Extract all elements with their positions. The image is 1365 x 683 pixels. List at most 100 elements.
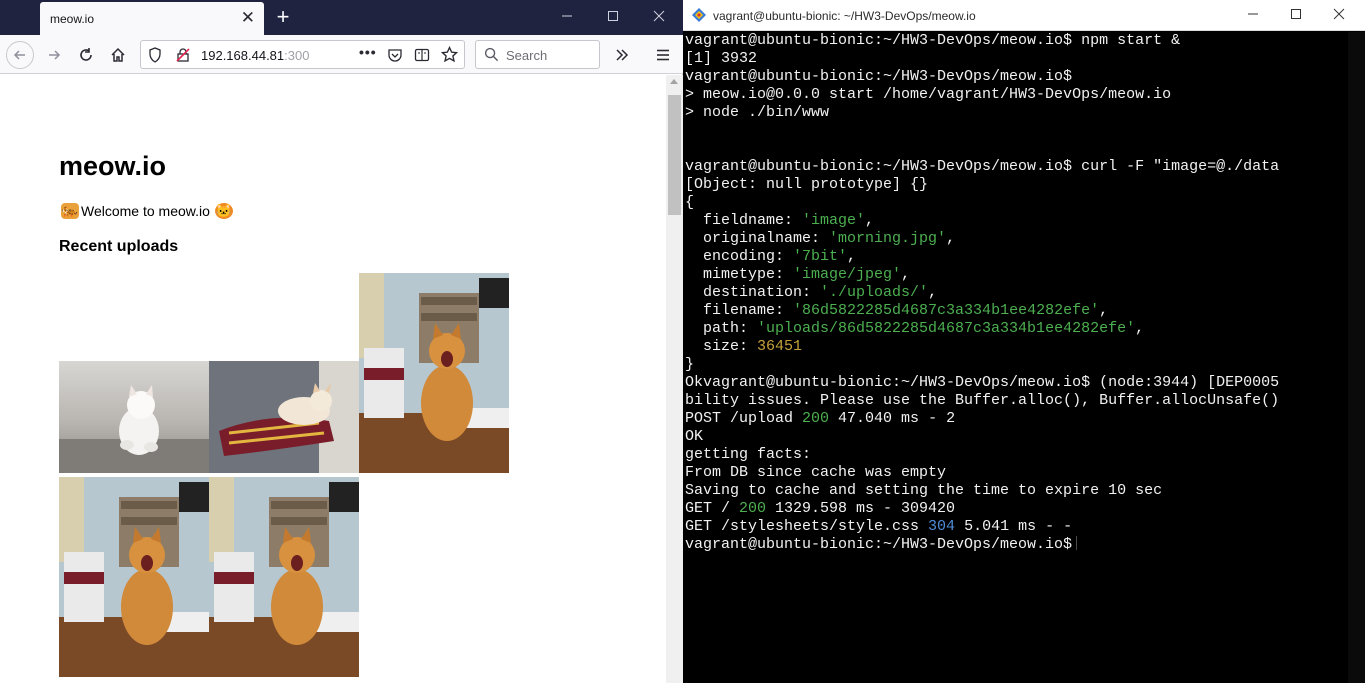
browser-window: meow.io ✕ + 192.168.44.81:300 ••• Search… [0,0,683,683]
terminal-text: { [685,194,695,211]
url-bar[interactable]: 192.168.44.81:300 ••• [140,40,465,69]
page-title: meow.io [59,151,167,181]
terminal-line: Saving to cache and setting the time to … [685,482,1345,500]
terminal-line: From DB since cache was empty [685,464,1345,482]
terminal-text: 304 [928,518,956,535]
welcome-line: 🐅 Welcome to meow.io 🐱 [59,203,235,219]
terminal-text: 'image/jpeg' [793,266,902,283]
terminal-text: 200 [739,500,767,517]
terminal-text: size: [685,338,758,355]
terminal-line: mimetype: 'image/jpeg', [685,266,1345,284]
search-icon [484,47,499,67]
terminal-scrollbar[interactable] [1348,32,1365,683]
terminal-text: mimetype: [685,266,794,283]
hamburger-menu-icon[interactable] [649,41,677,69]
new-tab-button[interactable]: + [270,3,296,31]
terminal-text: 'image' [802,212,866,229]
uploaded-image-yawning-cat-2[interactable] [59,477,209,677]
terminal-text: vagrant@ubuntu-bionic:~/HW3-DevOps/meow.… [685,158,1280,175]
terminal-maximize-icon[interactable] [1281,4,1311,26]
terminal-line: size: 36451 [685,338,1345,356]
uploaded-image-yawning-cat-1[interactable] [359,273,509,473]
terminal-text: , [901,266,911,283]
terminal-line: [1] 3932 [685,50,1345,68]
terminal-text: destination: [685,284,821,301]
welcome-text: Welcome to meow.io [81,203,210,219]
terminal-text: [1] 3932 [685,50,758,67]
uploaded-image-yawning-cat-3[interactable] [209,477,359,677]
terminal-app-icon [692,8,706,27]
scrollbar-thumb[interactable] [668,95,681,215]
url-port: :300 [284,48,310,63]
terminal-text: 'uploads/86d5822285d4687c3a334b1ee4282ef… [757,320,1136,337]
search-placeholder: Search [506,48,548,63]
terminal-text: 47.040 ms - 2 [829,410,956,427]
terminal-line: originalname: 'morning.jpg', [685,230,1345,248]
terminal-text: encoding: [685,248,794,265]
terminal-text: path: [685,320,758,337]
terminal-text: 'morning.jpg' [829,230,947,247]
tab-close-icon[interactable]: ✕ [241,8,255,28]
bookmark-star-icon[interactable] [440,45,459,68]
terminal-text: '86d5822285d4687c3a334b1ee4282efe' [793,302,1100,319]
recent-uploads-heading: Recent uploads [59,238,179,255]
terminal-text: OK [685,428,704,445]
terminal-text: 5.041 ms - - [955,518,1073,535]
terminal-text: 1329.598 ms - 309420 [766,500,956,517]
close-window-icon[interactable] [644,6,674,28]
uploaded-image-kitten[interactable] [59,361,209,473]
search-bar[interactable]: Search [475,40,600,69]
reload-icon[interactable] [72,41,100,69]
terminal-close-icon[interactable] [1324,4,1354,26]
overflow-chevron-icon[interactable] [608,41,636,69]
terminal-text: Saving to cache and setting the time to … [685,482,1163,499]
tiger-emoji-icon: 🐅 [61,203,79,219]
terminal-window: vagrant@ubuntu-bionic: ~/HW3-DevOps/meow… [683,0,1365,683]
page-actions-icon[interactable]: ••• [359,44,377,60]
uploaded-image-cat-in-arm[interactable] [209,361,359,473]
terminal-line: destination: './uploads/', [685,284,1345,302]
scroll-up-icon[interactable] [670,79,678,84]
url-text[interactable]: 192.168.44.81:300 [201,48,309,63]
terminal-text: Okvagrant@ubuntu-bionic:~/HW3-DevOps/meo… [685,374,1280,391]
terminal-line: OK [685,428,1345,446]
terminal-line: vagrant@ubuntu-bionic:~/HW3-DevOps/meow.… [685,32,1345,50]
terminal-text: , [1099,302,1109,319]
terminal-text: } [685,356,695,373]
terminal-text: getting facts: [685,446,812,463]
terminal-title-bar: vagrant@ubuntu-bionic: ~/HW3-DevOps/meow… [683,0,1365,31]
terminal-text: '7bit' [793,248,848,265]
terminal-line: Okvagrant@ubuntu-bionic:~/HW3-DevOps/meo… [685,374,1345,392]
terminal-text: vagrant@ubuntu-bionic:~/HW3-DevOps/meow.… [685,536,1073,553]
terminal-line: } [685,356,1345,374]
terminal-text: vagrant@ubuntu-bionic:~/HW3-DevOps/meow.… [685,68,1073,85]
forward-icon[interactable] [40,41,68,69]
terminal-text: [Object: null prototype] {} [685,176,929,193]
home-icon[interactable] [104,41,132,69]
terminal-text: fieldname: [685,212,803,229]
terminal-line: filename: '86d5822285d4687c3a334b1ee4282… [685,302,1345,320]
shield-icon[interactable] [148,47,162,68]
back-icon[interactable] [6,41,34,69]
terminal-output[interactable]: vagrant@ubuntu-bionic:~/HW3-DevOps/meow.… [685,32,1345,683]
minimize-icon[interactable] [552,6,582,28]
tab-bar: meow.io ✕ + [0,0,683,35]
terminal-line: encoding: '7bit', [685,248,1345,266]
terminal-line: POST /upload 200 47.040 ms - 2 [685,410,1345,428]
page-scrollbar[interactable] [666,75,683,683]
terminal-text: , [1135,320,1145,337]
terminal-line: fieldname: 'image', [685,212,1345,230]
insecure-lock-icon[interactable] [175,47,191,68]
terminal-minimize-icon[interactable] [1238,4,1268,26]
terminal-line: getting facts: [685,446,1345,464]
url-host: 192.168.44.81 [201,48,285,63]
pocket-icon[interactable] [387,47,403,68]
terminal-line: > meow.io@0.0.0 start /home/vagrant/HW3-… [685,86,1345,104]
terminal-line: > node ./bin/www [685,104,1345,122]
terminal-line: vagrant@ubuntu-bionic:~/HW3-DevOps/meow.… [685,158,1345,176]
maximize-icon[interactable] [598,6,628,28]
tab-meow-io[interactable]: meow.io ✕ [40,2,264,35]
reader-view-icon[interactable] [414,47,430,68]
terminal-line: GET / 200 1329.598 ms - 309420 [685,500,1345,518]
